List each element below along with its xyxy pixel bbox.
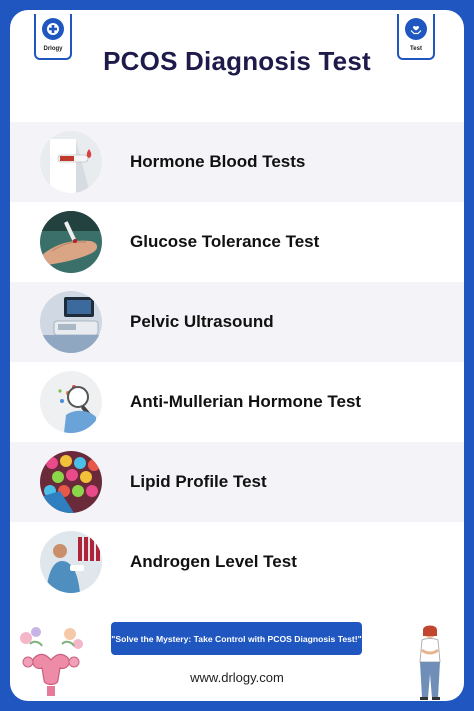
test-label: Anti-Mullerian Hormone Test (130, 392, 362, 411)
test-row-hormone-blood: Hormone Blood Tests (10, 122, 464, 202)
ultrasound-machine-photo-icon (40, 291, 102, 353)
drlogy-logo-icon (42, 18, 64, 40)
hands-heart-icon (405, 18, 427, 40)
uterus-flowers-illustration (14, 622, 88, 701)
test-label: Androgen Level Test (130, 552, 297, 571)
test-row-androgen-level: Androgen Level Test (10, 522, 464, 602)
test-label: Lipid Profile Test (130, 472, 267, 491)
finger-prick-photo-icon (40, 211, 102, 273)
cta-banner: "Solve the Mystery: Take Control with PC… (111, 622, 362, 655)
blood-sample-photo-icon (40, 131, 102, 193)
woman-abdominal-pain-illustration (408, 622, 452, 701)
page-title: PCOS Diagnosis Test (103, 46, 371, 76)
test-list: Hormone Blood Tests Glucose Tolerance Te… (10, 122, 464, 602)
sample-tubes-photo-icon (40, 451, 102, 513)
website-link[interactable]: www.drlogy.com (10, 670, 464, 685)
test-label: Glucose Tolerance Test (130, 232, 320, 251)
test-row-pelvic-ultrasound: Pelvic Ultrasound (10, 282, 464, 362)
lab-technician-photo-icon (40, 531, 102, 593)
test-row-lipid-profile: Lipid Profile Test (10, 442, 464, 522)
magnifier-hormone-photo-icon (40, 371, 102, 433)
test-label: Pelvic Ultrasound (130, 312, 274, 331)
test-row-glucose-tolerance: Glucose Tolerance Test (10, 202, 464, 282)
test-label: Hormone Blood Tests (130, 152, 306, 171)
infographic-card: Drlogy Test PCOS Diagnosis Test Hormone … (10, 10, 464, 701)
test-row-anti-mullerian: Anti-Mullerian Hormone Test (10, 362, 464, 442)
